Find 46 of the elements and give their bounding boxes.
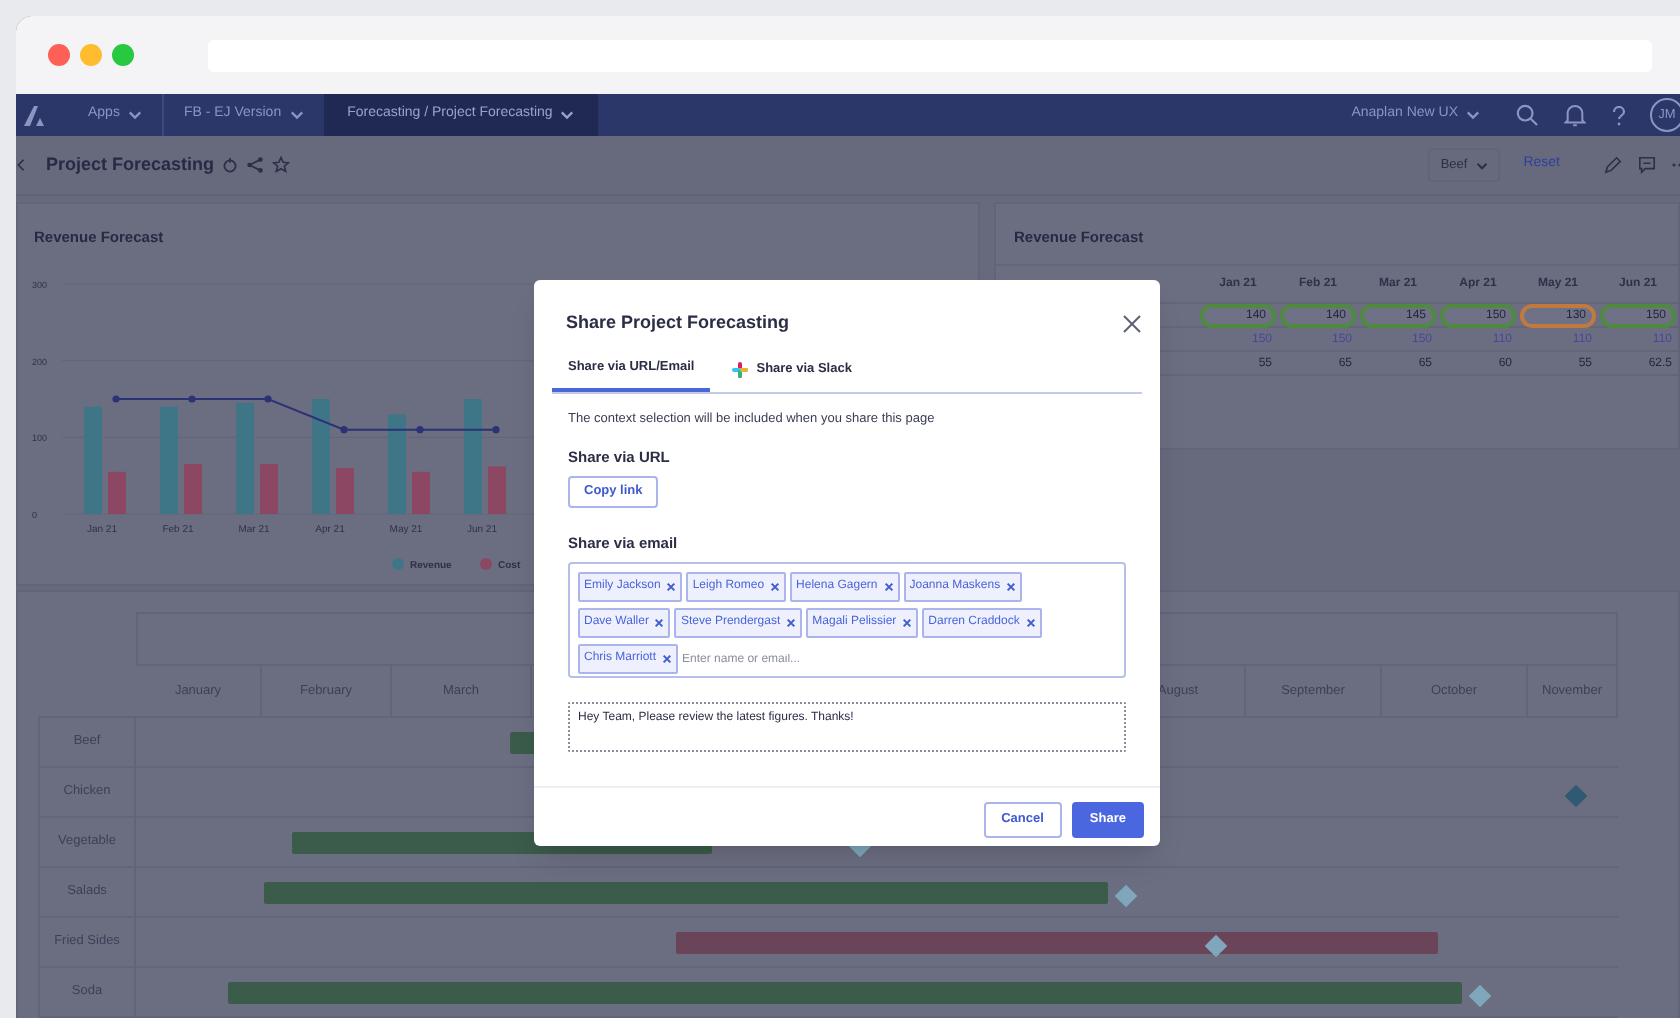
line-point [492, 426, 500, 434]
dialog-title: Share Project Forecasting [566, 310, 790, 337]
bar [488, 466, 506, 514]
remove-icon[interactable] [1025, 618, 1036, 629]
bar [312, 399, 330, 514]
back-icon[interactable] [16, 158, 26, 172]
bell-icon[interactable] [1564, 103, 1586, 127]
help-icon[interactable] [1612, 105, 1626, 125]
line-point [340, 426, 348, 434]
remove-icon[interactable] [654, 618, 665, 629]
comment-icon[interactable] [1638, 156, 1656, 174]
bar [388, 414, 406, 514]
bar [464, 399, 482, 514]
remove-icon[interactable] [770, 582, 781, 593]
remove-icon[interactable] [662, 654, 673, 665]
bar [108, 471, 126, 514]
pencil-icon[interactable] [1604, 156, 1622, 174]
bar [412, 471, 430, 514]
chevron-down-icon [1475, 161, 1488, 169]
line-point [416, 426, 424, 434]
bar [260, 464, 278, 514]
search-icon[interactable] [1516, 104, 1538, 126]
bar [184, 464, 202, 514]
page-title: Project Forecasting [46, 151, 215, 178]
refresh-icon[interactable] [222, 157, 239, 173]
star-icon[interactable] [272, 156, 291, 174]
remove-icon[interactable] [666, 582, 677, 593]
bar [336, 468, 354, 514]
close-icon[interactable] [1122, 314, 1142, 334]
logo-icon [24, 105, 48, 125]
line-point [264, 395, 272, 403]
remove-icon[interactable] [902, 618, 913, 629]
remove-icon[interactable] [883, 582, 894, 593]
remove-icon[interactable] [1006, 582, 1017, 593]
line-point [188, 395, 196, 403]
chevron-down-icon [289, 110, 304, 120]
chevron-down-icon [560, 110, 575, 120]
remove-icon[interactable] [786, 618, 797, 629]
share-icon[interactable] [246, 156, 265, 174]
chevron-down-icon [1466, 110, 1480, 120]
bar [236, 402, 254, 514]
bar [160, 406, 178, 514]
bar [84, 406, 102, 514]
chevron-down-icon [127, 110, 142, 120]
line-point [112, 395, 120, 403]
chat-app-icon [732, 361, 749, 377]
